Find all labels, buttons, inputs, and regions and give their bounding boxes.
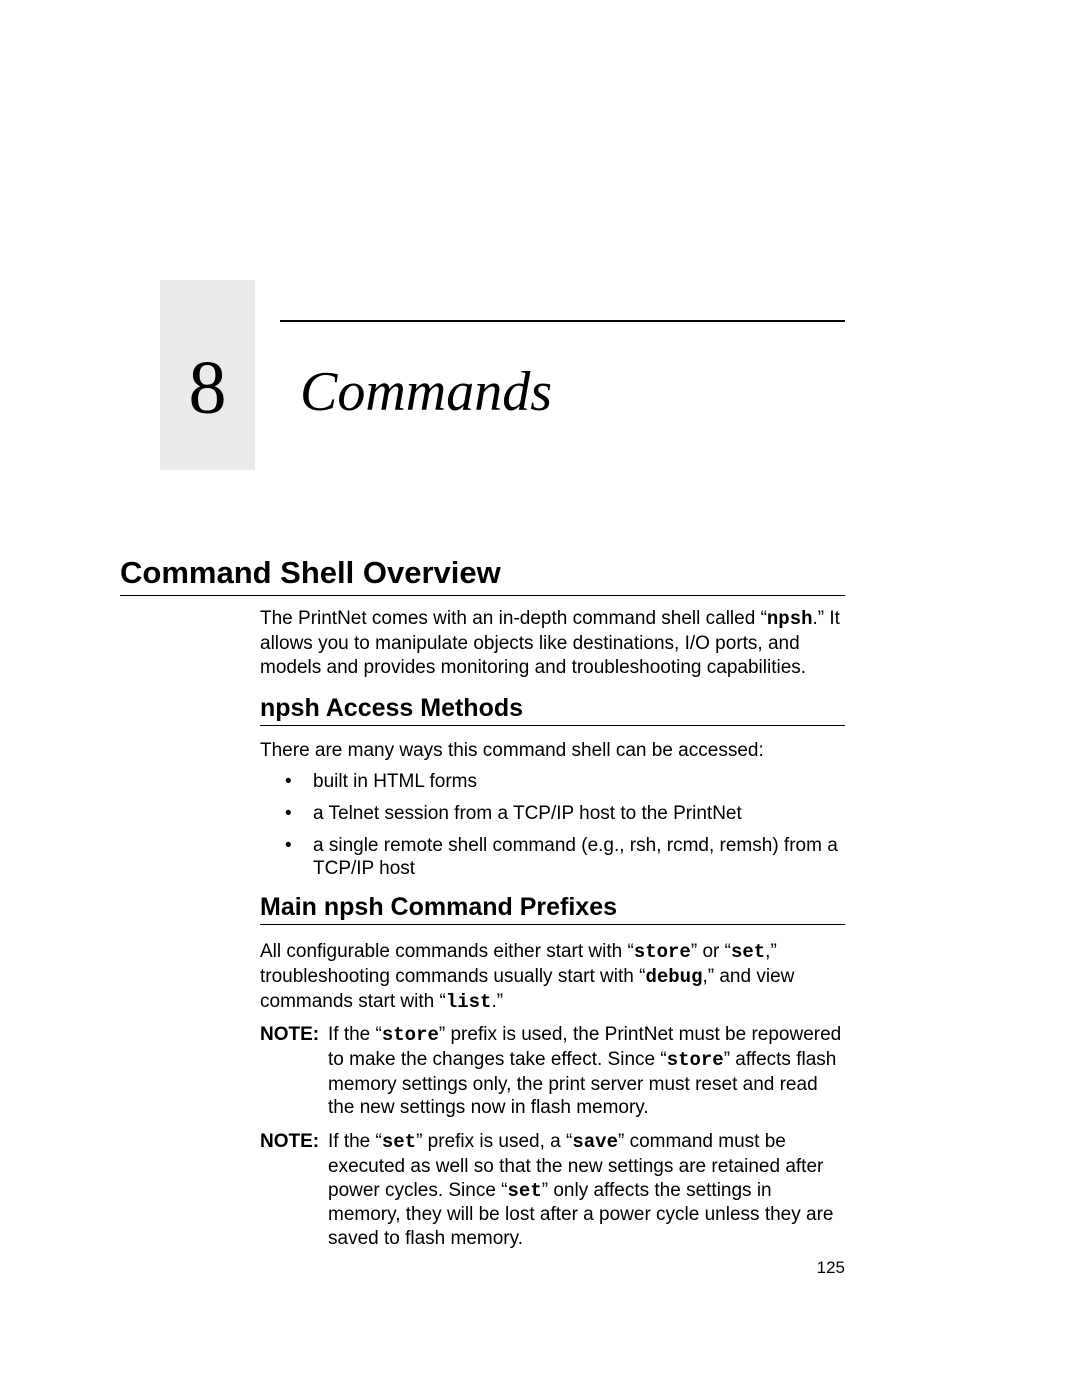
inline-code-set: set: [731, 941, 765, 963]
inline-code-set: set: [508, 1180, 542, 1202]
text: All configurable commands either start w…: [260, 941, 634, 962]
note-set: NOTE: If the “set” prefix is used, a “sa…: [260, 1130, 845, 1251]
inline-code-debug: debug: [645, 966, 702, 988]
inline-code-npsh: npsh: [767, 608, 813, 630]
inline-code-store: store: [634, 941, 691, 963]
access-bullets: • built in HTML forms • a Telnet session…: [285, 770, 845, 889]
bullet-icon: •: [285, 834, 313, 882]
list-item-text: a Telnet session from a TCP/IP host to t…: [313, 802, 845, 826]
heading-command-shell-overview: Command Shell Overview: [120, 555, 845, 596]
heading-npsh-access-methods: npsh Access Methods: [260, 694, 845, 726]
text: .”: [491, 991, 503, 1012]
chapter-rule: [280, 320, 845, 322]
list-item: • a Telnet session from a TCP/IP host to…: [285, 802, 845, 826]
note-body: If the “set” prefix is used, a “save” co…: [328, 1130, 845, 1251]
inline-code-store: store: [667, 1049, 724, 1071]
bullet-icon: •: [285, 770, 313, 794]
note-label: NOTE:: [260, 1130, 328, 1251]
page-number: 125: [0, 1258, 845, 1278]
inline-code-save: save: [572, 1131, 618, 1153]
list-item: • a single remote shell command (e.g., r…: [285, 834, 845, 882]
chapter-number: 8: [160, 345, 255, 432]
inline-code-list: list: [446, 991, 492, 1013]
overview-paragraph: The PrintNet comes with an in-depth comm…: [260, 607, 840, 679]
prefixes-paragraph: All configurable commands either start w…: [260, 940, 845, 1014]
note-label: NOTE:: [260, 1023, 328, 1120]
text: If the “: [328, 1131, 382, 1152]
list-item-text: built in HTML forms: [313, 770, 845, 794]
note-body: If the “store” prefix is used, the Print…: [328, 1023, 845, 1120]
heading-main-npsh-command-prefixes: Main npsh Command Prefixes: [260, 893, 845, 925]
text: The PrintNet comes with an in-depth comm…: [260, 608, 767, 629]
note-store: NOTE: If the “store” prefix is used, the…: [260, 1023, 845, 1120]
access-intro: There are many ways this command shell c…: [260, 740, 845, 762]
chapter-title: Commands: [300, 360, 552, 424]
list-item-text: a single remote shell command (e.g., rsh…: [313, 834, 845, 882]
inline-code-store: store: [382, 1024, 439, 1046]
bullet-icon: •: [285, 802, 313, 826]
list-item: • built in HTML forms: [285, 770, 845, 794]
text: If the “: [328, 1024, 382, 1045]
text: ” or “: [691, 941, 731, 962]
page: 8 Commands Command Shell Overview The Pr…: [0, 0, 1080, 1397]
text: ” prefix is used, a “: [416, 1131, 572, 1152]
inline-code-set: set: [382, 1131, 416, 1153]
